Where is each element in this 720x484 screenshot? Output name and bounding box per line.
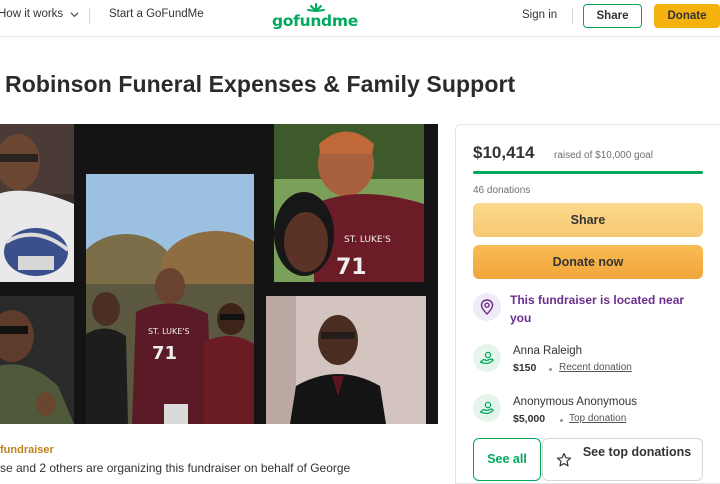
nav-divider [572, 8, 573, 24]
location-notice[interactable]: This fundraiser is located near you [510, 291, 690, 327]
recent-donation-link[interactable]: Recent donation [559, 362, 632, 373]
see-all-label: See all [487, 452, 527, 466]
jersey-number-right: 71 [336, 255, 367, 280]
location-icon-badge [473, 293, 501, 321]
nav-divider [89, 8, 90, 24]
donor-icon-badge [473, 394, 501, 422]
how-it-works-menu[interactable]: How it works [0, 8, 80, 20]
logo-wordmark: gofundme [272, 12, 358, 30]
header-donate-button[interactable]: Donate [654, 4, 720, 28]
photo-family-group: ST. LUKE'S 71 [86, 174, 254, 424]
header-share-button[interactable]: Share [583, 4, 642, 28]
donation-amount: $5,000 [513, 413, 546, 425]
donor-name: Anonymous Anonymous [513, 396, 638, 408]
donate-now-button[interactable]: Donate now [473, 245, 703, 279]
how-it-works-label: How it works [0, 8, 64, 20]
gofundme-logo[interactable]: gofundme [272, 3, 358, 30]
organizer-label: fundraiser [0, 444, 54, 456]
goal-text: raised of $10,000 goal [554, 150, 653, 161]
gofundme-sun-icon [307, 3, 325, 12]
donor-hand-icon [479, 401, 494, 415]
share-button[interactable]: Share [473, 203, 703, 237]
photo-man-with-helmet [0, 124, 74, 282]
amount-raised: $10,414 [473, 143, 535, 162]
donations-count: 46 donations [473, 185, 531, 196]
chevron-down-icon [70, 11, 79, 17]
sign-in-link[interactable]: Sign in [522, 9, 557, 21]
photo-man-in-suit [266, 296, 426, 424]
jersey-number-center: 71 [152, 343, 177, 364]
see-top-donations-button[interactable]: See top donations [542, 438, 703, 481]
jersey-text-right: ST. LUKE'S [344, 235, 391, 245]
donor-name: Anna Raleigh [513, 345, 583, 357]
donation-amount: $150 [513, 362, 537, 374]
top-donation-link[interactable]: Top donation [569, 413, 626, 424]
donation-sidebar-card: $10,414 raised of $10,000 goal 46 donati… [455, 124, 720, 484]
see-all-button[interactable]: See all [473, 438, 541, 481]
see-top-donations-label: See top donations [582, 445, 692, 459]
donor-icon-badge [473, 344, 501, 372]
jersey-text-center: ST. LUKE'S [148, 327, 190, 336]
top-navigation: How it works Start a GoFundMe gofundme S… [0, 0, 720, 37]
progress-bar [473, 171, 703, 174]
start-gofundme-link[interactable]: Start a GoFundMe [109, 8, 204, 20]
campaign-photo-collage[interactable]: ST. LUKE'S 71 ST. LUKE'S 71 [0, 124, 438, 424]
photo-couple: ST. LUKE'S 71 [274, 124, 424, 282]
star-icon [556, 452, 572, 467]
photo-man-thumbs-up [0, 296, 74, 424]
separator-dot [560, 419, 563, 422]
separator-dot [549, 368, 552, 371]
donor-hand-icon [479, 351, 494, 365]
progress-bar-fill [473, 171, 703, 174]
campaign-title: Robinson Funeral Expenses & Family Suppo… [5, 71, 516, 97]
location-pin-icon [480, 299, 494, 315]
organizer-description: se and 2 others are organizing this fund… [0, 461, 351, 475]
